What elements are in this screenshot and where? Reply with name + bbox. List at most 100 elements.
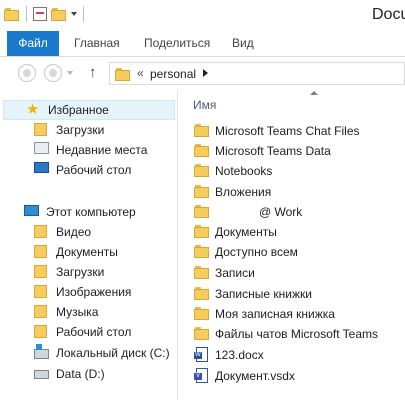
computer-icon: [24, 204, 40, 220]
chevron-right-icon[interactable]: [203, 69, 208, 77]
desktop-icon: [34, 162, 50, 178]
folder-icon: [194, 224, 210, 240]
list-item[interactable]: Записи: [194, 263, 255, 283]
word-document-icon: W: [194, 347, 210, 363]
list-item[interactable]: Microsoft Teams Chat Files: [194, 121, 360, 141]
music-folder-icon: [34, 304, 50, 320]
folder-icon: [194, 286, 210, 302]
nav-item-label: Локальный диск (C:): [56, 346, 170, 360]
list-item[interactable]: Моя записная книжка: [194, 304, 335, 324]
ribbon-tabs: Файл Главная Поделиться Вид: [0, 31, 405, 57]
file-name: Доступно всем: [215, 245, 298, 259]
toolbar-separator: [26, 6, 27, 22]
title-bar: Docu: [0, 0, 405, 31]
folder-icon: [194, 143, 210, 159]
nav-item-local-disk-c[interactable]: Локальный диск (C:): [34, 343, 170, 363]
nav-item-label: Загрузки: [56, 265, 105, 279]
visio-document-icon: V: [194, 368, 210, 384]
nav-favorites-label: Избранное: [48, 103, 109, 117]
folder-icon: [194, 204, 210, 220]
list-item[interactable]: Файлы чатов Microsoft Teams: [194, 324, 378, 344]
list-item[interactable]: Microsoft Teams Data: [194, 141, 331, 161]
nav-item-recent-places[interactable]: Недавние места: [34, 140, 147, 160]
nav-item-data-d[interactable]: Data (D:): [34, 364, 105, 384]
star-icon: ★: [26, 101, 40, 118]
drive-windows-icon: [34, 344, 50, 361]
list-item[interactable]: Notebooks: [194, 161, 272, 181]
nav-item-music[interactable]: Музыка: [34, 302, 98, 322]
address-bar[interactable]: « personal: [109, 62, 405, 85]
column-header-name[interactable]: Имя: [193, 98, 216, 112]
file-name: Документы: [215, 225, 277, 239]
new-folder-icon[interactable]: [51, 7, 67, 21]
list-item[interactable]: V Документ.vsdx: [194, 366, 295, 386]
recent-places-icon: [34, 142, 50, 158]
back-button[interactable]: [18, 64, 36, 82]
nav-item-label: Недавние места: [56, 143, 148, 157]
nav-item-desktop[interactable]: Рабочий стол: [34, 160, 131, 180]
folder-icon: [194, 306, 210, 322]
navigation-bar: ↑ « personal: [0, 57, 405, 90]
videos-folder-icon: [34, 224, 50, 240]
nav-item-label: Изображения: [56, 285, 132, 299]
nav-item-label: Документы: [56, 245, 118, 259]
nav-item-desktop-pc[interactable]: Рабочий стол: [34, 322, 131, 342]
nav-item-label: Рабочий стол: [56, 325, 132, 339]
file-name: Файлы чатов Microsoft Teams: [215, 327, 379, 341]
toolbar-separator: [83, 6, 84, 22]
file-name: 123.docx: [215, 348, 264, 362]
list-item[interactable]: Записные книжки: [194, 284, 312, 304]
folder-icon: [194, 163, 210, 179]
file-name: Записные книжки: [215, 287, 312, 301]
up-arrow-icon[interactable]: ↑: [89, 64, 97, 81]
folder-icon: [194, 265, 210, 281]
list-item[interactable]: Вложения: [194, 182, 271, 202]
drive-icon: [34, 366, 50, 382]
nav-item-label: Музыка: [56, 305, 99, 319]
folder-icon: [194, 326, 210, 342]
nav-item-pictures[interactable]: Изображения: [34, 282, 131, 302]
properties-icon[interactable]: [33, 7, 47, 21]
folder-icon: [115, 67, 131, 81]
nav-favorites[interactable]: ★ Избранное: [3, 100, 175, 120]
folder-icon: [194, 184, 210, 200]
nav-item-documents[interactable]: Документы: [34, 242, 118, 262]
file-list: Имя Microsoft Teams Chat Files Microsoft…: [178, 90, 405, 400]
tab-view[interactable]: Вид: [232, 31, 254, 56]
nav-this-pc[interactable]: Этот компьютер: [24, 202, 136, 222]
nav-item-label: Рабочий стол: [56, 163, 132, 177]
list-item[interactable]: Доступно всем: [194, 242, 298, 262]
documents-folder-icon: [34, 244, 50, 260]
file-name: Документ.vsdx: [215, 369, 295, 383]
customize-toolbar-chevron-icon[interactable]: [71, 12, 77, 16]
nav-item-downloads[interactable]: Загрузки: [34, 120, 104, 140]
address-path-segment[interactable]: personal: [150, 67, 196, 81]
file-name: Записи: [215, 266, 255, 280]
nav-item-label: Data (D:): [56, 367, 105, 381]
window-title: Docu: [372, 6, 405, 23]
address-overflow-separator[interactable]: «: [137, 66, 144, 80]
file-name: Microsoft Teams Chat Files: [215, 124, 360, 138]
file-name: @ Work: [259, 205, 303, 219]
forward-button[interactable]: [44, 64, 62, 82]
nav-item-label: Видео: [56, 225, 92, 239]
nav-item-videos[interactable]: Видео: [34, 222, 91, 242]
tab-home[interactable]: Главная: [74, 31, 120, 56]
recent-locations-chevron-icon[interactable]: [67, 71, 73, 75]
list-item[interactable]: Документы: [194, 222, 277, 242]
list-item[interactable]: @ Work: [194, 202, 302, 222]
nav-item-label: Загрузки: [56, 123, 105, 137]
downloads-folder-icon: [34, 264, 50, 280]
folder-icon: [194, 244, 210, 260]
quick-access-toolbar: [4, 6, 86, 22]
tab-file[interactable]: Файл: [7, 31, 59, 56]
pictures-folder-icon: [34, 284, 50, 300]
column-header: Имя: [178, 90, 405, 116]
downloads-folder-icon: [34, 122, 50, 138]
nav-item-downloads-pc[interactable]: Загрузки: [34, 262, 104, 282]
file-name: Microsoft Teams Data: [215, 144, 331, 158]
list-item[interactable]: W 123.docx: [194, 345, 264, 365]
tab-share[interactable]: Поделиться: [144, 31, 210, 56]
nav-this-pc-label: Этот компьютер: [46, 205, 136, 219]
sort-ascending-icon: [310, 91, 318, 95]
